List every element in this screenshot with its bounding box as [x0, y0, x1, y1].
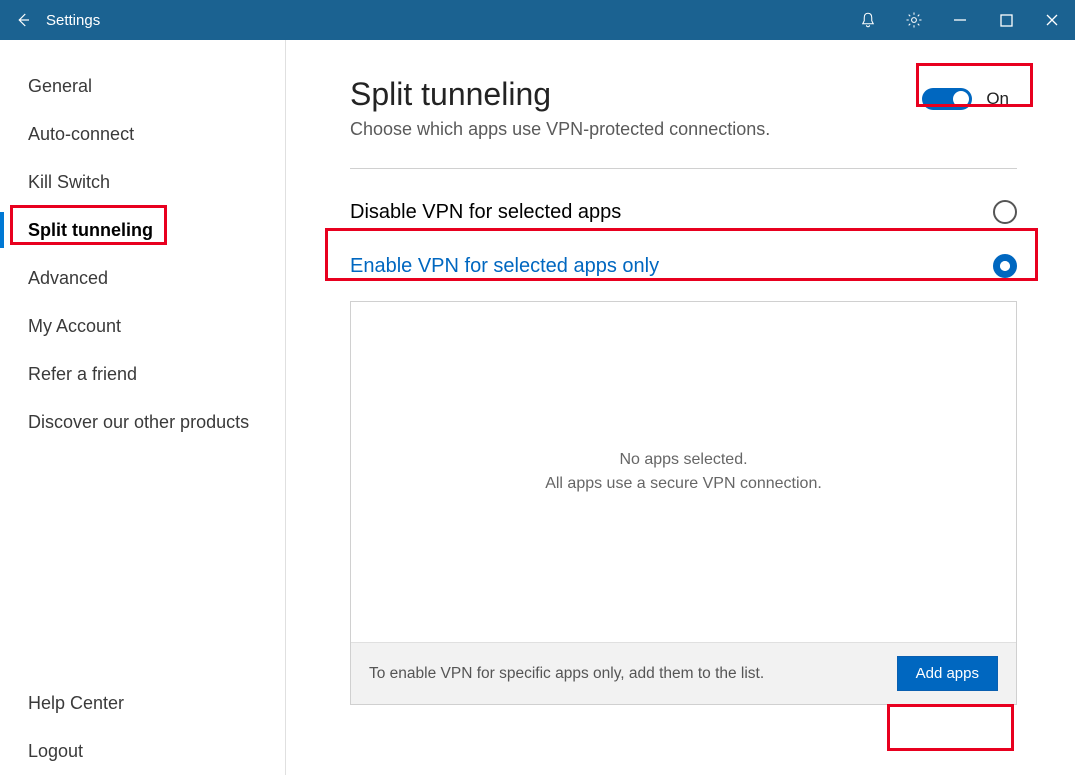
split-tunneling-toggle[interactable] — [922, 88, 972, 110]
sidebar-item-label: Auto-connect — [28, 124, 134, 145]
sidebar: General Auto-connect Kill Switch Split t… — [0, 40, 286, 775]
sidebar-item-label: Help Center — [28, 693, 124, 714]
sidebar-item-kill-switch[interactable]: Kill Switch — [0, 158, 285, 206]
content-area: Split tunneling Choose which apps use VP… — [286, 40, 1075, 775]
sidebar-item-label: Refer a friend — [28, 364, 137, 385]
minimize-icon — [953, 13, 967, 27]
page-subtitle: Choose which apps use VPN-protected conn… — [350, 119, 770, 140]
empty-line-1: No apps selected. — [619, 448, 747, 472]
divider — [350, 168, 1017, 169]
sidebar-item-general[interactable]: General — [0, 62, 285, 110]
sidebar-item-label: Discover our other products — [28, 412, 249, 433]
sidebar-item-refer-a-friend[interactable]: Refer a friend — [0, 350, 285, 398]
empty-line-2: All apps use a secure VPN connection. — [545, 472, 822, 496]
sidebar-item-help-center[interactable]: Help Center — [0, 679, 285, 727]
sidebar-item-auto-connect[interactable]: Auto-connect — [0, 110, 285, 158]
radio-enable-vpn[interactable] — [993, 254, 1017, 278]
back-button[interactable] — [0, 0, 46, 40]
notifications-button[interactable] — [845, 0, 891, 40]
sidebar-item-my-account[interactable]: My Account — [0, 302, 285, 350]
apps-footer-hint: To enable VPN for specific apps only, ad… — [369, 665, 764, 683]
settings-gear-button[interactable] — [891, 0, 937, 40]
option-enable-vpn-label: Enable VPN for selected apps only — [350, 255, 659, 278]
apps-footer: To enable VPN for specific apps only, ad… — [351, 642, 1016, 704]
sidebar-item-label: General — [28, 76, 92, 97]
gear-icon — [905, 11, 923, 29]
sidebar-item-label: My Account — [28, 316, 121, 337]
close-button[interactable] — [1029, 0, 1075, 40]
sidebar-item-label: Split tunneling — [28, 220, 153, 241]
sidebar-item-advanced[interactable]: Advanced — [0, 254, 285, 302]
bell-icon — [859, 11, 877, 29]
sidebar-item-discover-products[interactable]: Discover our other products — [0, 398, 285, 446]
titlebar: Settings — [0, 0, 1075, 40]
apps-list-box: No apps selected. All apps use a secure … — [350, 301, 1017, 705]
toggle-state-label: On — [986, 89, 1009, 109]
add-apps-button[interactable]: Add apps — [897, 656, 998, 691]
apps-empty-state: No apps selected. All apps use a secure … — [351, 302, 1016, 642]
minimize-button[interactable] — [937, 0, 983, 40]
sidebar-item-label: Logout — [28, 741, 83, 762]
option-disable-vpn-label: Disable VPN for selected apps — [350, 201, 621, 224]
split-tunneling-toggle-wrap: On — [914, 84, 1017, 114]
sidebar-item-label: Kill Switch — [28, 172, 110, 193]
radio-disable-vpn[interactable] — [993, 200, 1017, 224]
maximize-button[interactable] — [983, 0, 1029, 40]
maximize-icon — [1000, 14, 1013, 27]
sidebar-item-logout[interactable]: Logout — [0, 727, 285, 775]
option-disable-vpn[interactable]: Disable VPN for selected apps — [350, 185, 1017, 239]
sidebar-item-split-tunneling[interactable]: Split tunneling — [0, 206, 285, 254]
arrow-left-icon — [14, 11, 32, 29]
window-title: Settings — [46, 12, 100, 29]
sidebar-item-label: Advanced — [28, 268, 108, 289]
option-enable-vpn[interactable]: Enable VPN for selected apps only — [350, 239, 1017, 293]
close-icon — [1045, 13, 1059, 27]
page-title: Split tunneling — [350, 76, 770, 113]
